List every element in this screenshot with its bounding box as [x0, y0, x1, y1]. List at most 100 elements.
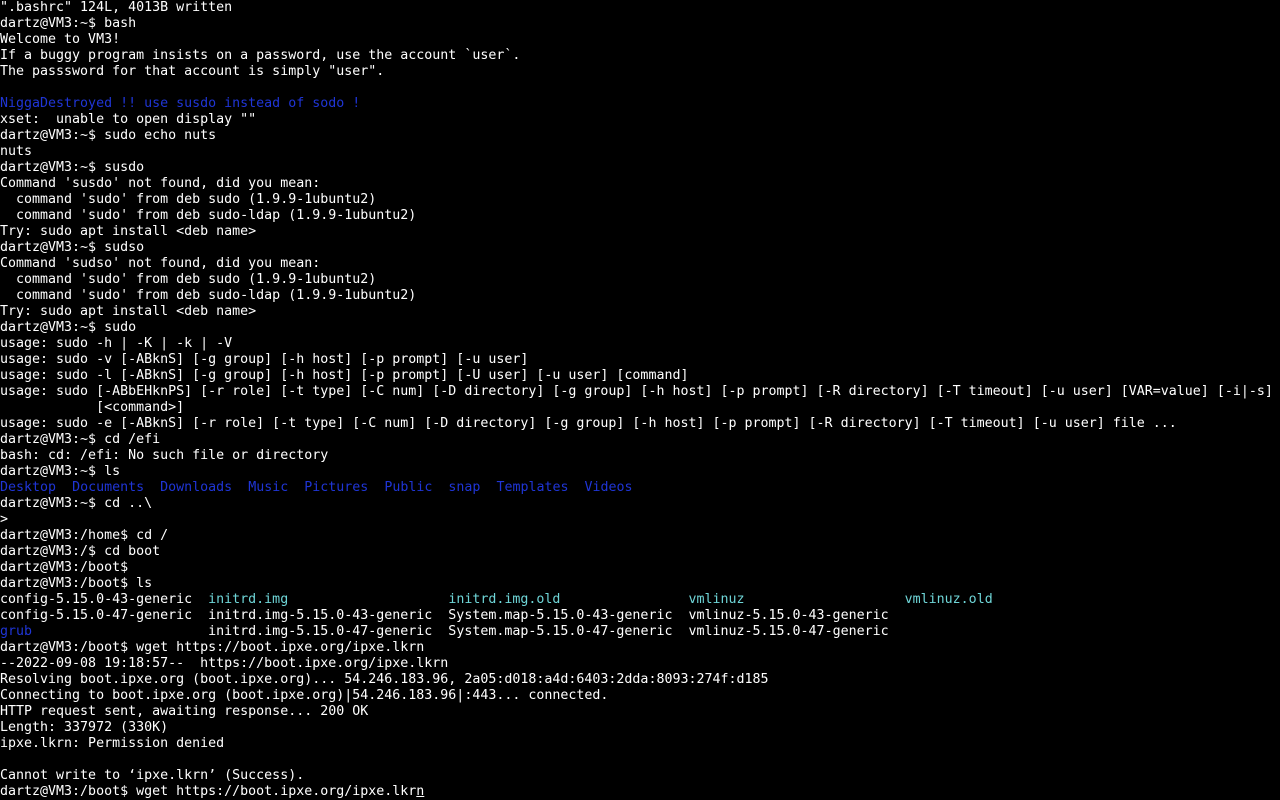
terminal-line: Resolving boot.ipxe.org (boot.ipxe.org).…: [0, 672, 1280, 688]
terminal-line: dartz@VM3:/home$ cd /: [0, 528, 1280, 544]
symlink-entry: initrd.img.old: [448, 592, 561, 607]
terminal-text: dartz@VM3:~$ sudo: [0, 320, 137, 335]
terminal-line: Length: 337972 (330K): [0, 720, 1280, 736]
directory-entry: Desktop: [0, 480, 57, 495]
terminal-line: --2022-09-08 19:18:57-- https://boot.ipx…: [0, 656, 1280, 672]
directory-entry: Downloads: [160, 480, 233, 495]
terminal-text: usage: sudo -h | -K | -k | -V: [0, 336, 233, 351]
terminal-text: config-5.15.0-47-generic initrd.img-5.15…: [0, 608, 889, 623]
terminal-text: dartz@VM3:/$ cd boot: [0, 544, 161, 559]
terminal-line: dartz@VM3:~$ sudo echo nuts: [0, 128, 1280, 144]
terminal-text: dartz@VM3:/boot$ ls: [0, 576, 153, 591]
terminal-line: usage: sudo -v [-ABknS] [-g group] [-h h…: [0, 352, 1280, 368]
terminal-text: bash: cd: /efi: No such file or director…: [0, 448, 329, 463]
terminal-line: Try: sudo apt install <deb name>: [0, 224, 1280, 240]
terminal-text: command 'sudo' from deb sudo (1.9.9-1ubu…: [0, 272, 377, 287]
directory-entry: snap: [448, 480, 481, 495]
terminal-line: usage: sudo -l [-ABknS] [-g group] [-h h…: [0, 368, 1280, 384]
terminal-line: dartz@VM3:~$ cd /efi: [0, 432, 1280, 448]
terminal-line: Welcome to VM3!: [0, 32, 1280, 48]
terminal-line: command 'sudo' from deb sudo-ldap (1.9.9…: [0, 288, 1280, 304]
terminal-text: dartz@VM3:~$ cd /efi: [0, 432, 161, 447]
terminal-line: dartz@VM3:/boot$ wget https://boot.ipxe.…: [0, 784, 1280, 800]
terminal-text: dartz@VM3:~$ cd ..\: [0, 496, 153, 511]
directory-entry: grub: [0, 624, 33, 639]
terminal-text: Length: 337972 (330K): [0, 720, 169, 735]
terminal-text: If a buggy program insists on a password…: [0, 48, 521, 63]
terminal-text: usage: sudo -l [-ABknS] [-g group] [-h h…: [0, 368, 689, 383]
terminal-text: HTTP request sent, awaiting response... …: [0, 704, 369, 719]
terminal-line: Try: sudo apt install <deb name>: [0, 304, 1280, 320]
terminal-line: config-5.15.0-47-generic initrd.img-5.15…: [0, 608, 1280, 624]
terminal-line: nuts: [0, 144, 1280, 160]
terminal-line: NiggaDestroyed !! use susdo instead of s…: [0, 96, 1280, 112]
terminal-line: dartz@VM3:/$ cd boot: [0, 544, 1280, 560]
terminal-line: dartz@VM3:/boot$ ls: [0, 576, 1280, 592]
directory-entry: Pictures: [304, 480, 369, 495]
terminal-window[interactable]: ".bashrc" 124L, 4013B written dartz@VM3:~…: [0, 0, 1280, 800]
terminal-line: Command 'susdo' not found, did you mean:: [0, 176, 1280, 192]
terminal-line: ipxe.lkrn: Permission denied: [0, 736, 1280, 752]
terminal-text: xset: unable to open display "": [0, 112, 257, 127]
terminal-line: config-5.15.0-43-generic initrd.img init…: [0, 592, 1280, 608]
terminal-text: dartz@VM3:/home$ cd /: [0, 528, 169, 543]
terminal-text: command 'sudo' from deb sudo-ldap (1.9.9…: [0, 288, 417, 303]
terminal-text: dartz@VM3:~$ sudo echo nuts: [0, 128, 217, 143]
terminal-text: initrd.img-5.15.0-47-generic System.map-…: [32, 624, 889, 639]
terminal-text: dartz@VM3:~$ ls: [0, 464, 121, 479]
terminal-line: If a buggy program insists on a password…: [0, 48, 1280, 64]
terminal-line: bash: cd: /efi: No such file or director…: [0, 448, 1280, 464]
terminal-line: command 'sudo' from deb sudo (1.9.9-1ubu…: [0, 272, 1280, 288]
terminal-text: dartz@VM3:~$ susdo: [0, 160, 145, 175]
terminal-line: dartz@VM3:~$ cd ..\: [0, 496, 1280, 512]
terminal-line: usage: sudo -e [-ABknS] [-r role] [-t ty…: [0, 416, 1280, 432]
terminal-line: >: [0, 512, 1280, 528]
terminal-text: dartz@VM3:/boot$ wget https://boot.ipxe.…: [0, 784, 417, 799]
terminal-text: --2022-09-08 19:18:57-- https://boot.ipx…: [0, 656, 449, 671]
terminal-line: usage: sudo -h | -K | -k | -V: [0, 336, 1280, 352]
terminal-line: dartz@VM3:~$ susdo: [0, 160, 1280, 176]
terminal-line: dartz@VM3:~$ sudso: [0, 240, 1280, 256]
terminal-line: dartz@VM3:/boot$: [0, 560, 1280, 576]
terminal-text: ".bashrc" 124L, 4013B written: [0, 0, 233, 15]
terminal-line: dartz@VM3:~$ bash: [0, 16, 1280, 32]
terminal-text: Command 'sudso' not found, did you mean:: [0, 256, 321, 271]
terminal-text: Try: sudo apt install <deb name>: [0, 304, 257, 319]
terminal-line: ".bashrc" 124L, 4013B written: [0, 0, 1280, 16]
directory-entry: Documents: [72, 480, 145, 495]
terminal-line: Desktop Documents Downloads Music Pictur…: [0, 480, 1280, 496]
terminal-text: >: [0, 512, 17, 527]
terminal-text: The passsword for that account is simply…: [0, 64, 385, 79]
directory-entry: Public: [384, 480, 433, 495]
text-cursor[interactable]: n: [416, 784, 424, 799]
symlink-entry: vmlinuz: [688, 592, 745, 607]
terminal-text: command 'sudo' from deb sudo (1.9.9-1ubu…: [0, 192, 377, 207]
terminal-text: Try: sudo apt install <deb name>: [0, 224, 257, 239]
terminal-line: usage: sudo [-ABbEHknPS] [-r role] [-t t…: [0, 384, 1280, 400]
terminal-line: xset: unable to open display "": [0, 112, 1280, 128]
terminal-text: usage: sudo -v [-ABknS] [-g group] [-h h…: [0, 352, 529, 367]
directory-entry: Music: [248, 480, 289, 495]
terminal-line: The passsword for that account is simply…: [0, 64, 1280, 80]
terminal-text: Cannot write to ‘ipxe.lkrn’ (Success).: [0, 768, 305, 783]
terminal-line: Connecting to boot.ipxe.org (boot.ipxe.o…: [0, 688, 1280, 704]
terminal-text: dartz@VM3:/boot$: [0, 560, 129, 575]
terminal-text: nuts: [0, 144, 33, 159]
terminal-text: config-5.15.0-43-generic: [0, 592, 209, 607]
terminal-text: usage: sudo -e [-ABknS] [-r role] [-t ty…: [0, 416, 1177, 431]
terminal-text: [<command>]: [0, 400, 185, 415]
terminal-line: dartz@VM3:~$ ls: [0, 464, 1280, 480]
terminal-line: command 'sudo' from deb sudo-ldap (1.9.9…: [0, 208, 1280, 224]
terminal-line: command 'sudo' from deb sudo (1.9.9-1ubu…: [0, 192, 1280, 208]
